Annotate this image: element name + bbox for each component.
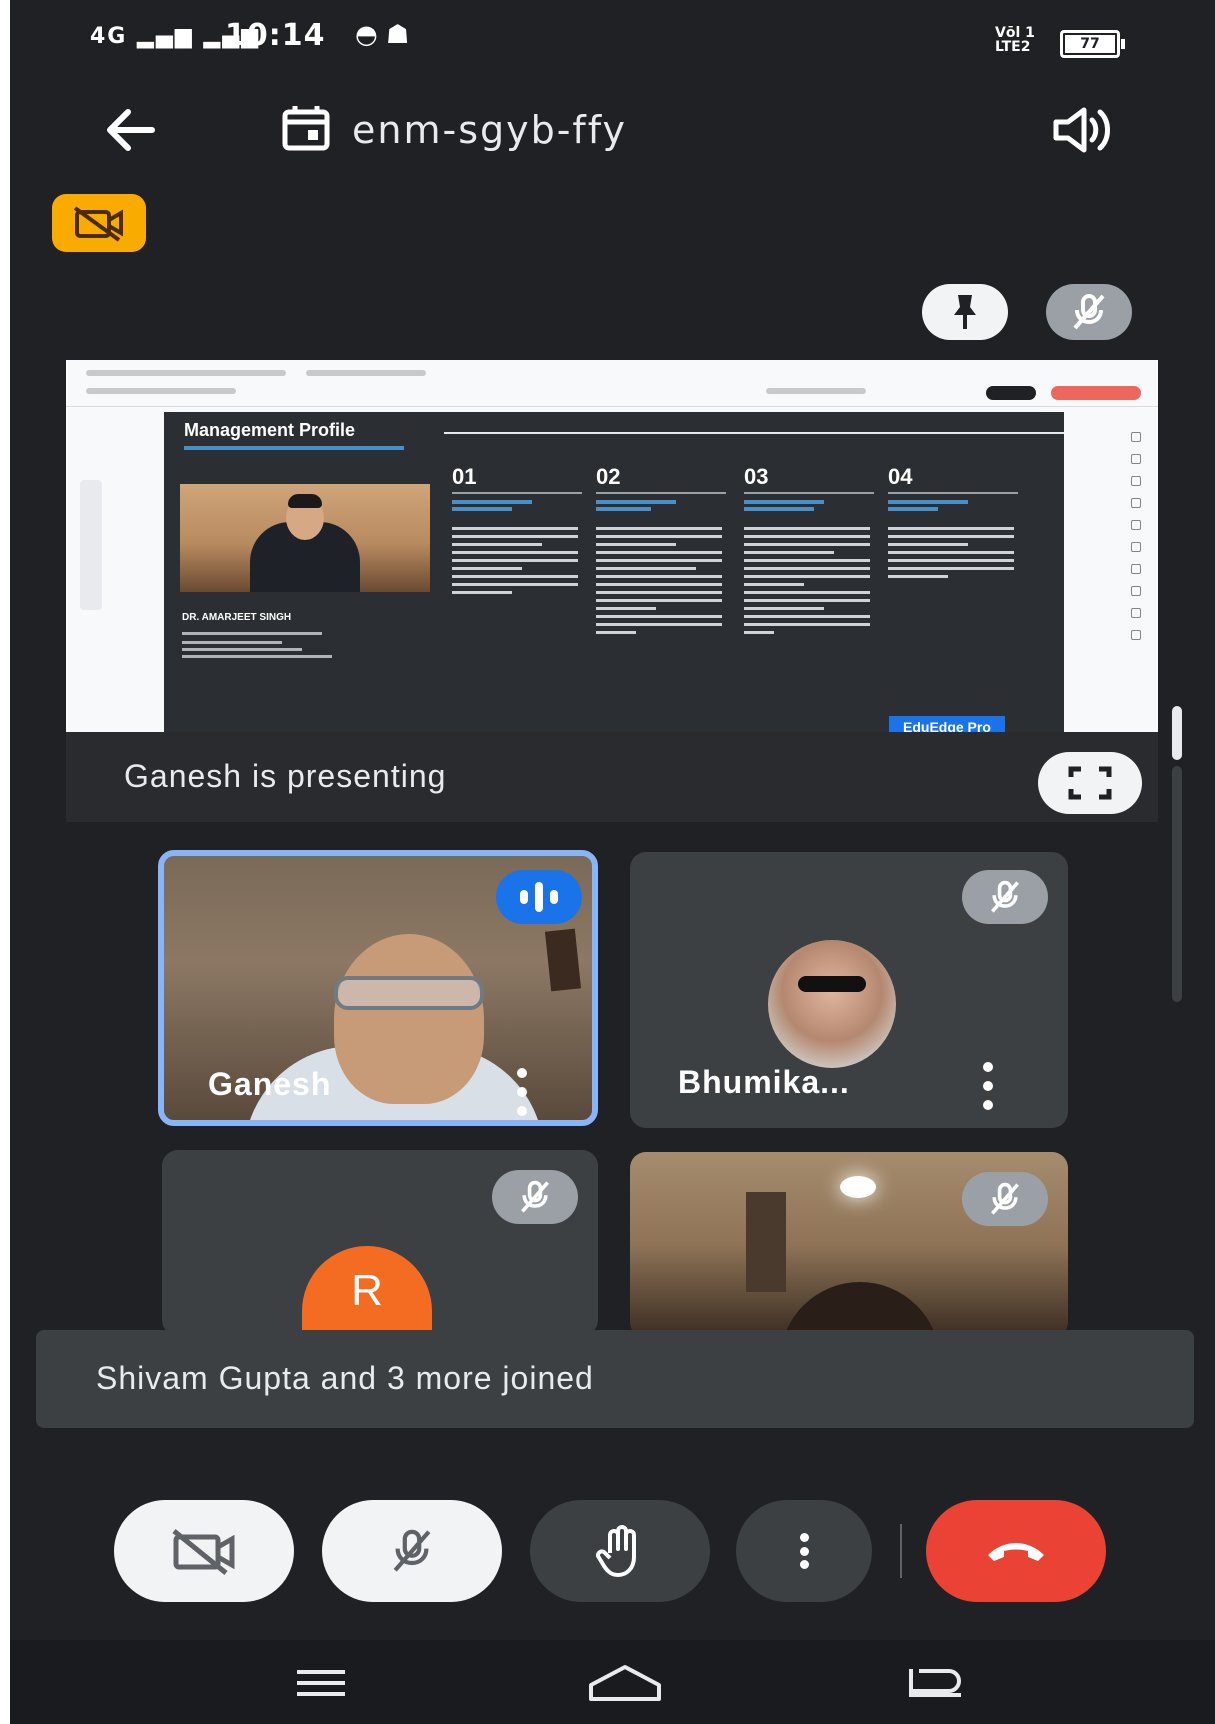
column-number: 04 — [888, 464, 913, 489]
hand-icon — [596, 1525, 636, 1577]
lte-indicator: Vōl 1 LTE2 — [995, 25, 1035, 55]
top-bar: enm-sgyb-ffy — [10, 90, 1215, 170]
profile-photo — [180, 484, 430, 592]
mic-off-icon — [393, 1529, 431, 1572]
divider — [900, 1524, 902, 1578]
home-icon[interactable] — [580, 1658, 670, 1708]
profile-role — [182, 632, 422, 658]
status-bar: 4G ▂▄▆ ▂▄▆ 10:14 ◓ ☗ Vōl 1 LTE2 77 — [10, 0, 1215, 80]
clock: 10:14 — [225, 18, 326, 53]
raise-hand-button[interactable] — [530, 1500, 710, 1602]
system-nav-bar — [10, 1640, 1215, 1724]
notification-text: Shivam Gupta and 3 more joined — [96, 1360, 594, 1396]
scrollbar-thumb[interactable] — [1172, 706, 1182, 760]
mic-toggle-button[interactable] — [322, 1500, 502, 1602]
more-options-button[interactable] — [736, 1500, 872, 1602]
camera-off-icon — [172, 1529, 235, 1575]
more-options-icon[interactable] — [982, 1062, 994, 1110]
column-number: 02 — [596, 464, 621, 489]
column-number: 03 — [744, 464, 769, 489]
mic-off-icon — [962, 870, 1048, 924]
meeting-info[interactable]: enm-sgyb-ffy — [280, 102, 627, 158]
presenter-mic-off-icon — [1046, 284, 1132, 340]
annotation-toolbar — [80, 480, 102, 610]
column-number: 01 — [452, 464, 477, 489]
participant-name: Ganesh — [208, 1066, 332, 1102]
battery-icon: 77 — [1060, 30, 1125, 58]
side-panel-icons — [1126, 420, 1146, 720]
call-controls — [10, 1494, 1215, 1606]
camera-off-indicator — [52, 194, 146, 252]
participant-name: Bhumika... — [678, 1064, 850, 1100]
camera-toggle-button[interactable] — [114, 1500, 294, 1602]
avatar: R — [302, 1246, 432, 1336]
presentation-slide: Management Profile DR. AMARJEET SINGH 01… — [164, 412, 1064, 732]
participant-tile-r[interactable]: R — [162, 1150, 598, 1336]
mic-off-icon — [492, 1170, 578, 1224]
browser-toolbar — [66, 360, 1158, 407]
brand-label: EduEdge Pro — [889, 716, 1005, 732]
slide-title: Management Profile — [184, 420, 356, 440]
presenting-banner: Ganesh is presenting — [66, 732, 1158, 822]
scrollbar-track[interactable] — [1172, 766, 1182, 1002]
participant-tile-camera[interactable] — [630, 1152, 1068, 1338]
back-arrow-icon[interactable] — [98, 98, 162, 162]
participant-tile-bhumika[interactable]: Bhumika... — [630, 852, 1068, 1128]
menu-icon[interactable] — [286, 1658, 356, 1708]
phone-hangup-icon — [988, 1543, 1044, 1561]
join-notification: Shivam Gupta and 3 more joined — [36, 1330, 1194, 1428]
meeting-code: enm-sgyb-ffy — [352, 108, 628, 152]
profile-name: DR. AMARJEET SINGH — [182, 612, 292, 623]
end-call-button[interactable] — [926, 1500, 1106, 1602]
back-nav-icon[interactable] — [900, 1658, 970, 1708]
notification-icons: ◓ ☗ — [355, 20, 410, 50]
more-vert-icon — [799, 1533, 809, 1569]
fullscreen-button[interactable] — [1038, 752, 1142, 814]
speaker-icon[interactable] — [1050, 102, 1114, 158]
avatar — [768, 940, 896, 1068]
speaking-indicator-icon — [496, 870, 582, 924]
participant-tile-ganesh[interactable]: Ganesh — [158, 850, 598, 1126]
calendar-icon — [280, 102, 332, 158]
presenting-label: Ganesh is presenting — [124, 758, 447, 794]
pin-button[interactable] — [922, 284, 1008, 340]
mic-off-icon — [962, 1172, 1048, 1226]
more-options-icon[interactable] — [516, 1068, 528, 1116]
shared-screen[interactable]: Management Profile DR. AMARJEET SINGH 01… — [66, 360, 1158, 732]
meet-screen: 4G ▂▄▆ ▂▄▆ 10:14 ◓ ☗ Vōl 1 LTE2 77 enm-… — [10, 0, 1215, 1724]
